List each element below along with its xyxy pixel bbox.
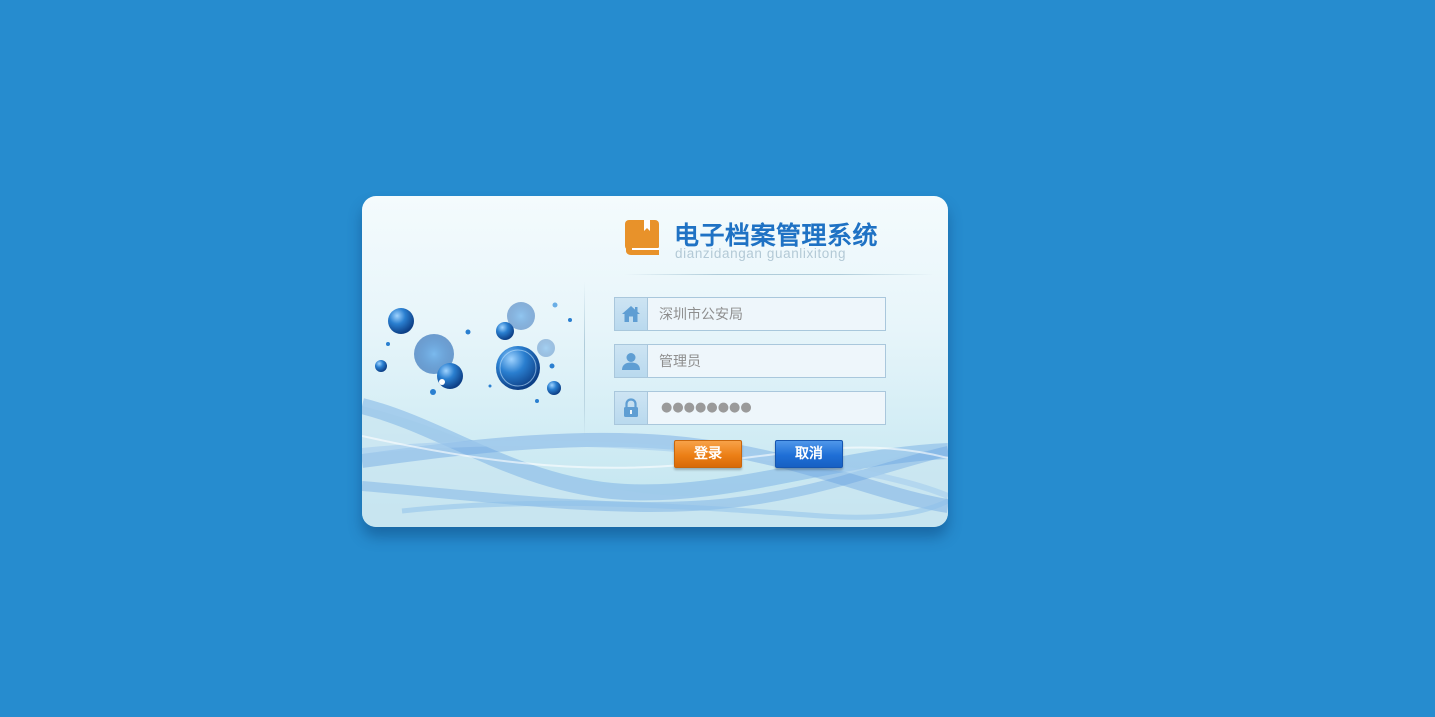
app-subtitle: dianzidangan guanlixitong [675, 246, 847, 261]
home-icon-box [615, 298, 648, 330]
vertical-divider [584, 282, 585, 438]
lock-icon-box [615, 392, 648, 424]
home-icon [622, 306, 640, 322]
password-masked-value[interactable]: ●●●●●●●● [661, 400, 752, 415]
unit-field [614, 297, 889, 331]
unit-input[interactable] [649, 298, 889, 330]
login-panel: 电子档案管理系统 dianzidangan guanlixitong 深圳市公安… [362, 196, 948, 527]
user-icon [622, 353, 640, 370]
login-button[interactable]: 登录 [674, 440, 742, 468]
title-divider [624, 274, 934, 275]
user-icon-box [615, 345, 648, 377]
username-input[interactable] [649, 345, 889, 377]
username-field [614, 344, 889, 378]
cancel-button[interactable]: 取消 [775, 440, 843, 468]
book-logo-icon [625, 220, 659, 255]
lock-icon [624, 398, 638, 417]
page-background: 电子档案管理系统 dianzidangan guanlixitong 深圳市公安… [0, 0, 1435, 717]
password-field[interactable]: ●●●●●●●● [614, 391, 886, 425]
